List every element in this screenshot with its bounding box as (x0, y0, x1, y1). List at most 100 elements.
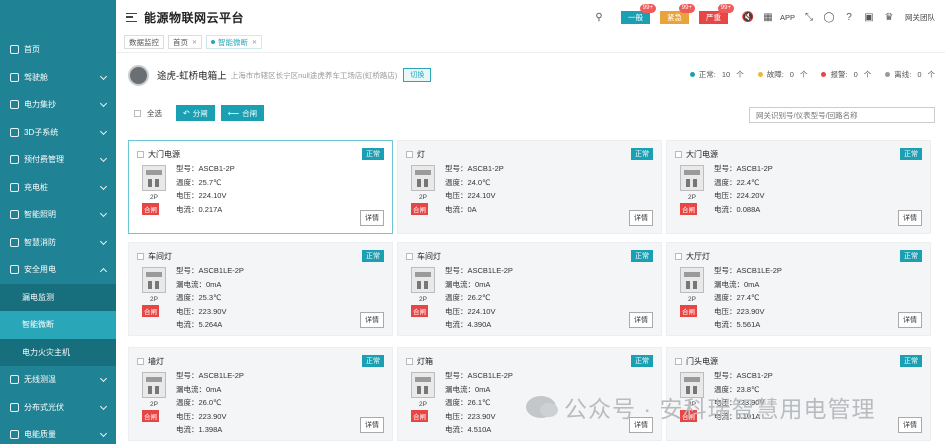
sidebar-item[interactable]: 智能照明 (0, 201, 116, 229)
sidebar-item[interactable]: 充电桩 (0, 174, 116, 202)
field-model: 型号：ASCB1LE-2P (445, 371, 513, 380)
card-fields: 型号：ASCB1LE-2P 漏电流：0mA 温度：25.3℃ 电压：223.90V 电流… (176, 264, 244, 332)
sidebar-item[interactable]: 无线测温 (0, 366, 116, 394)
card-checkbox[interactable] (675, 151, 682, 158)
card-checkbox[interactable] (406, 151, 413, 158)
tab-item[interactable]: 智能微断 ✕ (206, 35, 263, 49)
breaker-card[interactable]: 车间灯 正常 2P 合闸 型号：ASCB1LE-2P 漏电流：0mA 温度：25.3℃ 电压：… (128, 242, 393, 336)
sidebar-item[interactable]: 安全用电 (0, 256, 116, 284)
tab-label: 数据监控 (129, 37, 159, 47)
breaker-card[interactable]: 墙灯 正常 2P 合闸 型号：ASCB1LE-2P 漏电流：0mA 温度：26.0℃ 电压：2… (128, 347, 393, 441)
card-checkbox[interactable] (137, 253, 144, 260)
detail-button[interactable]: 详情 (629, 210, 653, 226)
card-checkbox[interactable] (137, 151, 144, 158)
breaker-card[interactable]: 大厅灯 正常 2P 合闸 型号：ASCB1LE-2P 漏电流：0mA 温度：27.4℃ 电压：… (666, 242, 931, 336)
card-checkbox[interactable] (406, 253, 413, 260)
alarm-badge[interactable]: 严重 99+ (698, 3, 734, 24)
status-badge: 正常 (900, 355, 922, 367)
alarm-badge[interactable]: 一般 99+ (620, 3, 656, 24)
pole-label: 2P (150, 296, 158, 303)
card-fields: 型号：ASCB1-2P 温度：25.7℃ 电压：224.10V 电流：0.217A (176, 162, 235, 216)
bell-icon[interactable]: ◯ (823, 11, 835, 23)
sidebar-item[interactable]: 驾驶舱 (0, 64, 116, 92)
card-checkbox[interactable] (675, 358, 682, 365)
safety-icon (10, 265, 19, 275)
menu-toggle-icon[interactable] (126, 12, 137, 22)
app-icon[interactable]: ▦ (762, 11, 774, 23)
breaker-card[interactable]: 大门电源 正常 2P 合闸 型号：ASCB1-2P 温度：22.4℃ 电压：224.20V 电… (666, 140, 931, 234)
detail-button[interactable]: 详情 (629, 312, 653, 328)
card-name: 车间灯 (417, 252, 441, 261)
sidebar-item[interactable]: 电能质量 (0, 421, 116, 444)
theme-icon[interactable]: ▣ (863, 11, 875, 23)
card-name: 灯箱 (417, 357, 433, 366)
alarm-label: 紧急 (666, 12, 682, 22)
field-model: 型号：ASCB1-2P (176, 164, 235, 173)
sidebar-item[interactable]: 3D子系统 (0, 119, 116, 147)
switch-state-badge: 合闸 (411, 203, 428, 215)
breaker-card[interactable]: 车间灯 正常 2P 合闸 型号：ASCB1LE-2P 漏电流：0mA 温度：26.2℃ 电压：… (397, 242, 662, 336)
info-bar: 途虎-虹桥电箱上 上海市市辖区长宁区null途虎养车工场店(虹桥路店) 切换 正… (128, 64, 935, 86)
pole-label: 2P (688, 296, 696, 303)
pole-label: 2P (688, 194, 696, 201)
field-temp: 温度：27.4℃ (714, 293, 760, 302)
open-breaker-button[interactable]: ↶ 分闸 (176, 105, 215, 121)
select-all-checkbox[interactable] (134, 109, 141, 117)
breaker-device-image: 2P 合闸 (679, 267, 704, 321)
sidebar-item[interactable]: 智慧消防 (0, 229, 116, 257)
detail-button[interactable]: 详情 (360, 417, 384, 433)
detail-button[interactable]: 详情 (898, 312, 922, 328)
breaker-card[interactable]: 大门电源 正常 2P 合闸 型号：ASCB1-2P 温度：25.7℃ 电压：224.10V 电… (128, 140, 393, 234)
select-all-label[interactable]: 全选 (147, 108, 162, 119)
app-label[interactable]: APP (780, 13, 795, 22)
close-icon[interactable]: ✕ (252, 39, 257, 46)
chevron-down-icon (99, 237, 108, 245)
tab-label: 首页 (173, 37, 188, 47)
breaker-card[interactable]: 灯 正常 2P 合闸 型号：ASCB1-2P 温度：24.0℃ 电压：224.10V 电流：0… (397, 140, 662, 234)
detail-button[interactable]: 详情 (898, 417, 922, 433)
status-badge: 正常 (900, 250, 922, 262)
fullscreen-icon[interactable]: ⤡ (803, 11, 815, 23)
close-breaker-button[interactable]: ⟵ 合闸 (220, 105, 265, 121)
card-checkbox[interactable] (137, 358, 144, 365)
card-checkbox[interactable] (406, 358, 413, 365)
sidebar-subitem[interactable]: 智能微断 (0, 311, 116, 339)
detail-button[interactable]: 详情 (360, 210, 384, 226)
status-badge: 正常 (631, 148, 653, 160)
sidebar-item[interactable]: 首页 (0, 36, 116, 64)
alarm-badge[interactable]: 紧急 99+ (659, 3, 695, 24)
search-input[interactable] (749, 107, 935, 123)
card-checkbox[interactable] (675, 253, 682, 260)
sidebar-subitem[interactable]: 漏电监测 (0, 283, 116, 311)
toolbar: 全选 ↶ 分闸 ⟵ 合闸 (134, 104, 935, 123)
sidebar-item[interactable]: 预付费管理 (0, 146, 116, 174)
mute-icon[interactable]: 🔇 (742, 11, 754, 23)
sidebar-subitem[interactable]: 电力火灾主机 (0, 338, 116, 366)
close-icon[interactable]: ✕ (192, 39, 197, 46)
shirt-icon[interactable]: ♛ (883, 11, 895, 23)
alarm-label: 一般 (627, 12, 643, 22)
switch-button[interactable]: 切换 (403, 68, 432, 82)
breaker-device-image: 2P 合闸 (410, 372, 435, 426)
tab-label: 智能微断 (218, 37, 249, 47)
sidebar-item-label: 充电桩 (24, 182, 48, 192)
tab-item[interactable]: 数据监控 (124, 35, 164, 49)
field-curr: 电流：0.088A (714, 204, 761, 214)
detail-button[interactable]: 详情 (898, 210, 922, 226)
help-icon[interactable]: ? (843, 11, 855, 23)
tab-item[interactable]: 首页 ✕ (168, 35, 203, 49)
chevron-down-icon (99, 127, 108, 135)
stat-label: 故障: (766, 70, 784, 79)
field-leak: 漏电流：0mA (176, 384, 222, 394)
header-divider (116, 52, 945, 53)
search-icon[interactable]: ⚲ (593, 11, 605, 23)
solar-icon (10, 402, 19, 412)
gateway-team[interactable]: 网关团队 (905, 12, 935, 23)
status-badge: 正常 (631, 355, 653, 367)
detail-button[interactable]: 详情 (360, 312, 384, 328)
stat-label: 正常: (698, 70, 716, 79)
sidebar-item[interactable]: 分布式光伏 (0, 394, 116, 422)
sidebar-item[interactable]: 电力集抄 (0, 91, 116, 119)
field-curr: 电流：0A (445, 204, 477, 214)
chevron-down-icon (99, 429, 108, 438)
